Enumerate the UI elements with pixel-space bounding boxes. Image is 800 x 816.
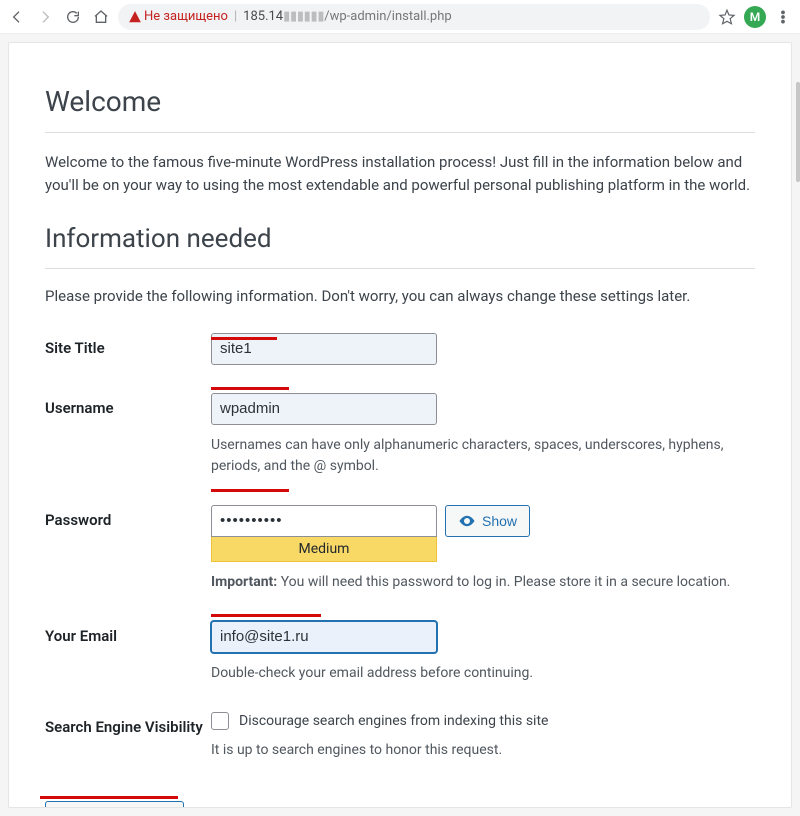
- not-secure-indicator: Не защищено: [128, 9, 228, 24]
- sev-label: Search Engine Visibility: [45, 698, 211, 775]
- install-card: Welcome Welcome to the famous five-minut…: [8, 42, 792, 808]
- url-path: /wp-admin/install.php: [324, 9, 451, 24]
- username-input[interactable]: [211, 393, 437, 425]
- username-hint: Usernames can have only alphanumeric cha…: [211, 435, 755, 477]
- annotation-redline: [211, 337, 277, 340]
- eye-icon: [458, 512, 476, 530]
- welcome-heading: Welcome: [45, 67, 755, 133]
- bookmark-star-icon[interactable]: [716, 6, 738, 28]
- email-row: Your Email Double-check your email addre…: [45, 607, 755, 698]
- password-row: Password Medium Show Important: You: [45, 491, 755, 607]
- password-strength-meter: Medium: [211, 536, 437, 562]
- profile-avatar[interactable]: M: [744, 6, 766, 28]
- url-separator: |: [234, 9, 237, 24]
- site-title-label: Site Title: [45, 319, 211, 379]
- email-input[interactable]: [211, 621, 437, 653]
- sev-hint: It is up to search engines to honor this…: [211, 740, 755, 761]
- home-button[interactable]: [90, 6, 112, 28]
- welcome-intro: Welcome to the famous five-minute WordPr…: [45, 151, 755, 198]
- install-wordpress-button[interactable]: Install WordPress: [45, 801, 184, 809]
- annotation-redline: [40, 796, 178, 799]
- sev-checkbox-label: Discourage search engines from indexing …: [239, 713, 548, 729]
- forward-button[interactable]: [34, 6, 56, 28]
- browser-toolbar: Не защищено | 185.14▮▮▮▮▮▮/wp-admin/inst…: [0, 0, 800, 34]
- scrollbar[interactable]: [796, 82, 800, 182]
- annotation-redline: [211, 614, 321, 617]
- password-label: Password: [45, 491, 211, 607]
- email-label: Your Email: [45, 607, 211, 698]
- username-label: Username: [45, 379, 211, 491]
- show-password-button[interactable]: Show: [445, 505, 530, 537]
- sev-row: Search Engine Visibility Discourage sear…: [45, 698, 755, 775]
- kebab-menu-icon[interactable]: [772, 6, 794, 28]
- back-button[interactable]: [6, 6, 28, 28]
- info-needed-heading: Information needed: [45, 204, 755, 269]
- password-input[interactable]: [211, 505, 437, 537]
- show-password-label: Show: [482, 513, 517, 529]
- email-hint: Double-check your email address before c…: [211, 663, 755, 684]
- reload-button[interactable]: [62, 6, 84, 28]
- password-important-label: Important:: [211, 574, 277, 590]
- install-form: Site Title Username Usernames can have o…: [45, 319, 755, 775]
- not-secure-label: Не защищено: [144, 9, 228, 24]
- username-row: Username Usernames can have only alphanu…: [45, 379, 755, 491]
- url-host: 185.14: [243, 9, 283, 24]
- annotation-redline: [211, 387, 289, 390]
- provide-info-text: Please provide the following information…: [45, 287, 755, 305]
- sev-checkbox[interactable]: [211, 712, 229, 730]
- url-text: 185.14▮▮▮▮▮▮/wp-admin/install.php: [243, 9, 452, 24]
- password-important-text: Important: You will need this password t…: [211, 572, 755, 593]
- annotation-redline: [211, 489, 289, 492]
- address-bar[interactable]: Не защищено | 185.14▮▮▮▮▮▮/wp-admin/inst…: [118, 4, 710, 30]
- site-title-row: Site Title: [45, 319, 755, 379]
- url-obscured: ▮▮▮▮▮▮: [283, 9, 324, 24]
